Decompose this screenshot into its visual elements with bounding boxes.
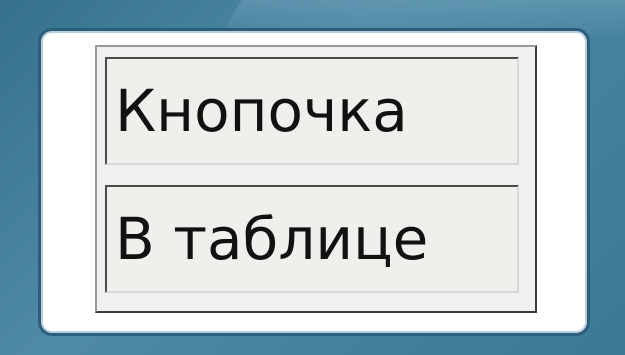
knopochka-button[interactable]: Кнопочка: [111, 63, 513, 159]
table-cell: Кнопочка: [105, 57, 519, 165]
table: Кнопочка В таблице: [95, 45, 537, 313]
form-frame: Кнопочка В таблице: [38, 28, 590, 336]
v-tablice-button[interactable]: В таблице: [111, 191, 513, 287]
table-cell: В таблице: [105, 185, 519, 293]
